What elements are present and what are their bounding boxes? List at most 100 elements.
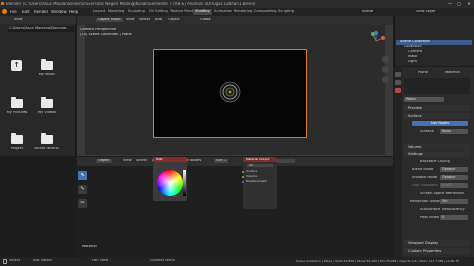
material-output-title[interactable]: Material Output (243, 157, 277, 162)
viewport-menu-select[interactable]: Select (139, 18, 150, 22)
properties-tab-bar (394, 67, 402, 266)
folder-item[interactable]: Project (4, 132, 30, 158)
preview-panel[interactable]: Preview (404, 105, 470, 111)
close-button[interactable]: ✕ (465, 1, 473, 7)
folder-item[interactable]: My Videos (34, 96, 60, 122)
material-field[interactable]: Water (404, 97, 444, 102)
viewport-menu-object[interactable]: Object (168, 18, 180, 22)
folder-item[interactable]: My Pictures (4, 96, 30, 122)
viewport-header (77, 16, 393, 25)
shadow-mode-dropdown[interactable]: Opaque (440, 175, 468, 180)
annotate-tool-icon[interactable]: ✎ (78, 185, 87, 194)
shader-editor[interactable] (77, 157, 393, 257)
custom-properties-panel[interactable]: Custom Properties (404, 248, 470, 254)
file-browser-view-menu[interactable]: View (14, 18, 23, 22)
status-select: Select (9, 259, 21, 262)
pass-index-label: Pass Index (420, 216, 439, 219)
volume-socket[interactable] (242, 176, 244, 178)
socket-label: Displacement (246, 180, 267, 183)
object-tab-icon[interactable] (395, 80, 401, 85)
viewport-menu-add[interactable]: Add (155, 18, 162, 22)
folder-icon (41, 97, 53, 108)
blend-mode-label: Blend Mode (412, 168, 434, 171)
menu-edit[interactable]: Edit (22, 10, 30, 14)
blender-logo-icon (1, 2, 4, 5)
backface-culling-checkbox[interactable]: Backface Culling (420, 160, 450, 164)
blend-mode-dropdown[interactable]: Opaque (440, 167, 468, 172)
folder-icon (41, 59, 53, 70)
file-label: My Videos (37, 111, 57, 114)
subsurface-translucency-checkbox[interactable]: Subsurface Translucency (420, 208, 465, 212)
displacement-socket[interactable] (242, 181, 244, 183)
value-slider[interactable] (183, 170, 186, 196)
folder-item[interactable]: Sound record... (34, 132, 60, 158)
viewport-menu-view[interactable]: View (126, 18, 135, 22)
color-wheel[interactable] (157, 170, 183, 196)
navigation-gizmo[interactable] (365, 30, 387, 52)
view-layer-selector[interactable]: View Layer (416, 10, 436, 14)
render-tab-icon[interactable] (395, 72, 401, 77)
settings-panel[interactable]: Settings (404, 151, 470, 157)
title-bar: Blender [C:\Users\Asus Maulana\Files\Uni… (0, 0, 474, 8)
tab-sculpting[interactable]: Sculpting (126, 9, 147, 15)
minimize-button[interactable]: — (446, 1, 454, 7)
folder-item[interactable]: My Music (34, 58, 60, 84)
transform-orientation[interactable]: Global (200, 18, 211, 22)
path-field[interactable]: C:\Users\Asus Maulana\Docume... (8, 26, 74, 32)
tab-animation[interactable]: Animation (212, 9, 234, 15)
outliner-row[interactable]: Light (396, 60, 472, 65)
surface-socket[interactable] (242, 171, 244, 173)
pass-index-field[interactable]: 0 (440, 215, 468, 220)
status-context-menu: Context Menu (150, 259, 176, 262)
camera-view-icon[interactable] (382, 76, 389, 83)
shader-menu-view[interactable]: View (123, 159, 132, 163)
tab-rendering[interactable]: Rendering (232, 9, 254, 15)
rgb-node-title[interactable]: RGB (153, 157, 187, 162)
tab-layout[interactable]: Layout (91, 9, 107, 15)
cut-links-tool-icon[interactable]: ✂ (78, 199, 87, 208)
scene-selector[interactable]: Scene (362, 10, 373, 14)
shader-type-dropdown[interactable]: Object (96, 159, 112, 163)
surface-panel[interactable]: Surface (404, 113, 470, 119)
tab-shading[interactable]: Shading (193, 9, 212, 15)
surface-label: Surface (420, 130, 434, 133)
surface-shader-field[interactable]: None (440, 129, 468, 134)
socket-label: Surface (246, 170, 258, 173)
tab-scripting[interactable]: Scripting (276, 9, 296, 15)
volume-panel[interactable]: Volume (404, 144, 470, 150)
socket-label: Volume (246, 175, 258, 178)
viewport-display-panel[interactable]: Viewport Display (404, 240, 470, 246)
render-preview (219, 81, 241, 103)
tab-texture-paint[interactable]: Texture Paint (168, 9, 195, 15)
mouse-left-icon (3, 259, 7, 264)
clip-threshold-field[interactable]: 0.500 (440, 183, 468, 188)
use-nodes-button[interactable]: Use Nodes (412, 121, 468, 126)
tab-modeling[interactable]: Modeling (106, 9, 126, 15)
screen-space-refraction-checkbox[interactable]: Screen Space Refraction (420, 192, 464, 196)
object-mode-dropdown[interactable]: Object Mode (96, 18, 123, 22)
viewport-info-collection: (14) Scene Collection | Plane (80, 33, 132, 36)
material-tab-icon[interactable] (395, 88, 401, 93)
menu-window[interactable]: Window (51, 10, 67, 14)
tab-uv-editing[interactable]: UV Editing (147, 9, 170, 15)
menu-help[interactable]: Help (69, 10, 78, 14)
menu-file[interactable]: File (10, 10, 17, 14)
select-tool-icon[interactable]: ⬉ (78, 171, 87, 180)
window-title: Blender [C:\Users\Asus Maulana\Files\Uni… (6, 2, 256, 6)
blender-menu-icon[interactable] (2, 9, 7, 14)
refraction-depth-field[interactable]: 0m (440, 199, 468, 204)
zoom-icon[interactable] (382, 56, 389, 63)
output-target-dropdown[interactable]: All (247, 164, 273, 167)
menu-render[interactable]: Render (34, 10, 48, 14)
file-label: My Pictures (6, 111, 28, 114)
material-slot-list[interactable] (404, 78, 470, 94)
tab-compositing[interactable]: Compositing (252, 9, 279, 15)
parent-directory-item[interactable]: ↑ (4, 58, 30, 84)
maximize-button[interactable]: □ (455, 1, 463, 7)
status-box-select: Box Select (33, 259, 52, 262)
slot-dropdown[interactable]: Slot 1 (214, 159, 229, 163)
file-label: Sound record... (34, 147, 60, 150)
viewport-info-perspective: Camera Perspective (80, 28, 117, 31)
pan-icon[interactable] (382, 66, 389, 73)
shader-menu-select[interactable]: Select (136, 159, 147, 163)
